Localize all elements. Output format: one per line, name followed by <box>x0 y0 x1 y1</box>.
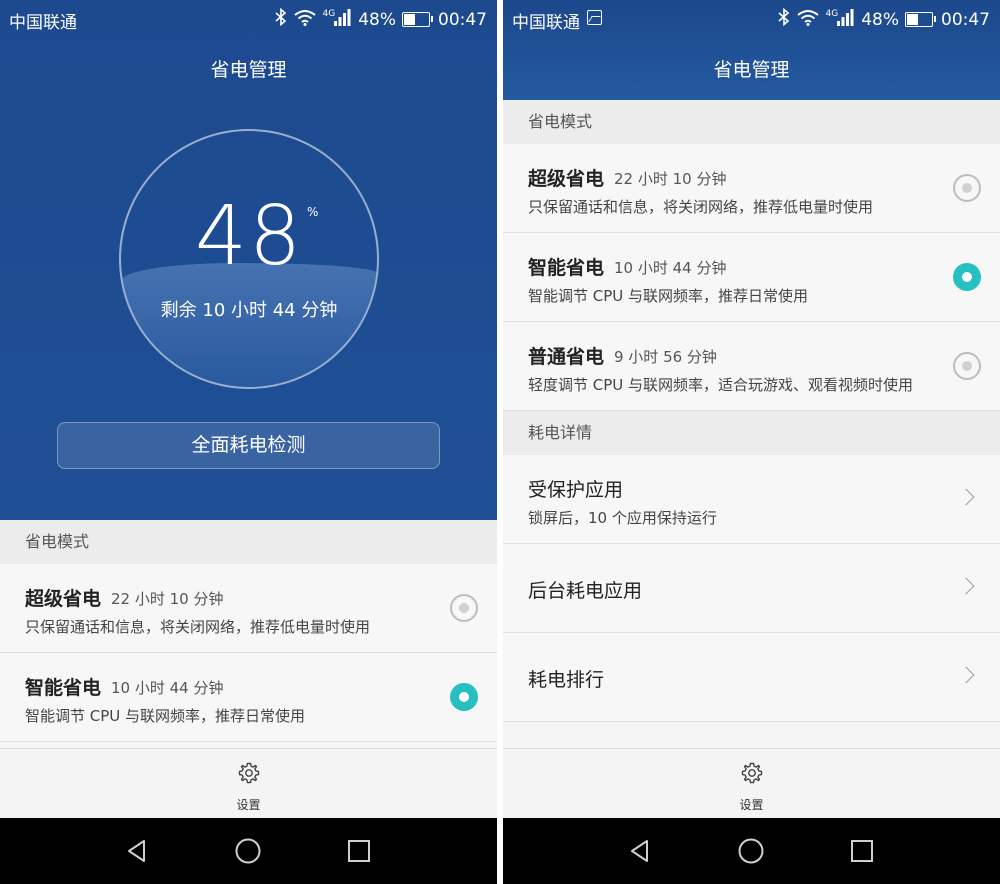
home-icon[interactable] <box>737 837 765 865</box>
recent-apps-icon[interactable] <box>848 837 876 865</box>
detail-title: 受保护应用 <box>528 479 624 501</box>
carrier-label: 中国联通 <box>9 13 77 33</box>
clock-label: 00:47 <box>941 9 990 30</box>
chevron-right-icon <box>957 666 975 684</box>
detail-title: 后台耗电应用 <box>528 580 643 602</box>
mode-time: 9 小时 56 分钟 <box>614 348 717 366</box>
back-icon[interactable] <box>124 837 152 865</box>
home-icon[interactable] <box>234 837 262 865</box>
bluetooth-icon <box>274 7 287 31</box>
battery-manager-screen-scrolled: 中国联通 4G 48% 00:47 省电管理 省电模式 超级省电 22 小时 1… <box>503 0 1000 884</box>
network-type-label: 4G <box>322 8 336 19</box>
settings-label: 设置 <box>739 798 764 812</box>
mode-radio-button-selected[interactable] <box>450 683 478 711</box>
wifi-icon <box>293 9 316 31</box>
clock-label: 00:47 <box>438 9 487 30</box>
mode-time: 10 小时 44 分钟 <box>614 259 727 277</box>
wifi-icon <box>796 9 819 31</box>
mode-description: 只保留通话和信息，将关闭网络，推荐低电量时使用 <box>528 198 874 216</box>
mode-title: 超级省电 <box>25 588 102 610</box>
power-mode-row-super[interactable]: 超级省电 22 小时 10 分钟 只保留通话和信息，将关闭网络，推荐低电量时使用 <box>0 564 497 653</box>
mode-description: 轻度调节 CPU 与联网频率，适合玩游戏、观看视频时使用 <box>528 376 914 394</box>
page-title: 省电管理 <box>713 59 790 81</box>
power-mode-list: 省电模式 超级省电 22 小时 10 分钟 只保留通话和信息，将关闭网络，推荐低… <box>0 520 497 742</box>
detail-row-protected-apps[interactable]: 受保护应用 锁屏后，10 个应用保持运行 <box>503 455 1000 544</box>
signal-icon <box>333 8 351 31</box>
battery-percent-label: 48% <box>861 9 899 30</box>
battery-percent-label: 48% <box>358 9 396 30</box>
percent-sign: % <box>307 205 319 219</box>
mode-radio-button[interactable] <box>953 352 981 380</box>
detail-description: 锁屏后，10 个应用保持运行 <box>528 509 717 527</box>
full-power-check-button[interactable]: 全面耗电检测 <box>57 422 440 469</box>
back-icon[interactable] <box>627 837 655 865</box>
detail-row-background-apps[interactable]: 后台耗电应用 <box>503 544 1000 633</box>
settings-bar[interactable]: 设置 <box>0 748 497 818</box>
section-header-power-modes: 省电模式 <box>0 520 497 564</box>
power-mode-row-smart[interactable]: 智能省电 10 小时 44 分钟 智能调节 CPU 与联网频率，推荐日常使用 <box>0 653 497 742</box>
gear-icon <box>741 762 763 784</box>
gear-icon <box>238 762 260 784</box>
settings-label: 设置 <box>236 798 261 812</box>
navigation-bar <box>503 818 1000 884</box>
mode-description: 智能调节 CPU 与联网频率，推荐日常使用 <box>25 707 306 725</box>
power-mode-list: 省电模式 超级省电 22 小时 10 分钟 只保留通话和信息，将关闭网络，推荐低… <box>503 100 1000 722</box>
mode-time: 22 小时 10 分钟 <box>614 170 727 188</box>
carrier-label: 中国联通 <box>512 13 580 33</box>
battery-icon <box>402 12 433 27</box>
remaining-time-label: 剩余 10 小时 44 分钟 <box>160 300 338 321</box>
detail-row-power-ranking[interactable]: 耗电排行 <box>503 633 1000 722</box>
mode-title: 普通省电 <box>528 346 605 368</box>
page-title: 省电管理 <box>210 59 287 81</box>
network-type-label: 4G <box>825 8 839 19</box>
mode-description: 智能调节 CPU 与联网频率，推荐日常使用 <box>528 287 809 305</box>
mode-title: 智能省电 <box>528 257 605 279</box>
mode-title: 超级省电 <box>528 168 605 190</box>
battery-icon <box>905 12 936 27</box>
bluetooth-icon <box>777 7 790 31</box>
power-mode-row-normal[interactable]: 普通省电 9 小时 56 分钟 轻度调节 CPU 与联网频率，适合玩游戏、观看视… <box>503 322 1000 411</box>
battery-level-dial: 48 % 剩余 10 小时 44 分钟 <box>119 129 379 389</box>
battery-percent-value: 48 <box>194 189 304 284</box>
chevron-right-icon <box>957 488 975 506</box>
mode-title: 智能省电 <box>25 677 102 699</box>
mode-time: 22 小时 10 分钟 <box>111 590 224 608</box>
section-header-power-details: 耗电详情 <box>503 411 1000 455</box>
image-notification-icon <box>587 10 602 25</box>
signal-icon <box>836 8 854 31</box>
status-bar: 中国联通 4G 48% 00:47 <box>0 0 497 36</box>
power-mode-row-smart[interactable]: 智能省电 10 小时 44 分钟 智能调节 CPU 与联网频率，推荐日常使用 <box>503 233 1000 322</box>
settings-bar[interactable]: 设置 <box>503 748 1000 818</box>
battery-manager-screen-main: 中国联通 4G 48% 00:47 省电管理 48 % 剩余 10 小时 44 … <box>0 0 497 884</box>
recent-apps-icon[interactable] <box>345 837 373 865</box>
navigation-bar <box>0 818 497 884</box>
mode-description: 只保留通话和信息，将关闭网络，推荐低电量时使用 <box>25 618 371 636</box>
section-header-power-modes: 省电模式 <box>503 100 1000 144</box>
mode-time: 10 小时 44 分钟 <box>111 679 224 697</box>
power-mode-row-super[interactable]: 超级省电 22 小时 10 分钟 只保留通话和信息，将关闭网络，推荐低电量时使用 <box>503 144 1000 233</box>
status-bar: 中国联通 4G 48% 00:47 <box>503 0 1000 36</box>
mode-radio-button-selected[interactable] <box>953 263 981 291</box>
mode-radio-button[interactable] <box>953 174 981 202</box>
detail-title: 耗电排行 <box>528 669 605 691</box>
chevron-right-icon <box>957 577 975 595</box>
mode-radio-button[interactable] <box>450 594 478 622</box>
